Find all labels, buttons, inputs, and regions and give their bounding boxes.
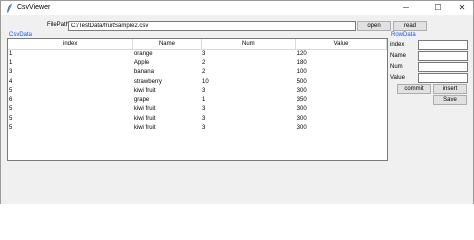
table-row[interactable]: 3 banana 2 100	[8, 68, 387, 77]
cell-value: 300	[296, 87, 307, 94]
cell-name: kiwi fruit	[133, 87, 156, 94]
table-row[interactable]: 6 grape 1 350	[8, 95, 387, 104]
save-button[interactable]: Save	[433, 95, 467, 105]
csv-table: index Name Num Value 1 orange 3 120 1 Ap…	[8, 39, 387, 133]
cell-value: 500	[296, 78, 307, 85]
cell-index: 1	[9, 50, 13, 57]
cell-index: 4	[9, 78, 13, 85]
cell-name: grape	[133, 97, 150, 104]
open-button[interactable]: open	[357, 21, 391, 31]
cell-index: 5	[9, 87, 13, 94]
cell-value: 300	[296, 106, 307, 113]
cell-name: kiwi fruit	[133, 125, 156, 132]
name-label: Name	[390, 53, 407, 59]
close-icon[interactable]: ✕	[448, 1, 474, 15]
insert-button[interactable]: insert	[433, 84, 467, 94]
column-header-value[interactable]: Value	[295, 39, 387, 50]
title-bar: CsvViewer ─ ☐ ✕	[1, 1, 473, 15]
num-label: Num	[390, 64, 403, 70]
table-header-row: index Name Num Value	[8, 39, 387, 50]
cell-name: strawberry	[133, 78, 162, 85]
window-title: CsvViewer	[17, 4, 51, 11]
name-field[interactable]	[418, 51, 468, 61]
table-row[interactable]: 4 strawberry 10 500	[8, 77, 387, 86]
cell-num: 10	[202, 78, 209, 85]
cell-index: 6	[9, 97, 13, 104]
column-header-num[interactable]: Num	[201, 39, 297, 50]
column-header-index[interactable]: index	[8, 39, 134, 50]
cell-num: 1	[202, 97, 206, 104]
cell-index: 1	[9, 59, 13, 66]
cell-value: 120	[296, 50, 307, 57]
cell-num: 3	[202, 87, 206, 94]
csv-table-view[interactable]: index Name Num Value 1 orange 3 120 1 Ap…	[7, 38, 388, 161]
column-header-name[interactable]: Name	[132, 39, 202, 50]
cell-num: 3	[202, 125, 206, 132]
cell-value: 300	[296, 115, 307, 122]
filepath-input[interactable]	[68, 21, 356, 31]
cell-num: 2	[202, 59, 206, 66]
cell-value: 350	[296, 97, 307, 104]
cell-value: 300	[296, 125, 307, 132]
cell-num: 3	[202, 106, 206, 113]
app-window: CsvViewer ─ ☐ ✕ FilePath open read CsvDa…	[0, 0, 474, 204]
num-field[interactable]	[418, 62, 468, 72]
table-row[interactable]: 5 kiwi fruit 3 300	[8, 105, 387, 114]
cell-name: orange	[133, 50, 153, 57]
table-row[interactable]: 5 kiwi fruit 3 300	[8, 114, 387, 123]
feather-icon	[6, 3, 14, 13]
table-row[interactable]: 1 Apple 2 180	[8, 58, 387, 67]
cell-name: banana	[133, 69, 154, 76]
cell-name: kiwi fruit	[133, 106, 156, 113]
value-label: Value	[390, 75, 405, 81]
cell-index: 3	[9, 69, 13, 76]
table-row[interactable]: 5 kiwi fruit 3 300	[8, 86, 387, 95]
read-button[interactable]: read	[393, 21, 427, 31]
index-label: index	[390, 42, 405, 48]
cell-index: 5	[9, 125, 13, 132]
table-row[interactable]: 5 kiwi fruit 3 300	[8, 123, 387, 132]
minimize-icon[interactable]: ─	[392, 1, 420, 15]
index-field[interactable]	[418, 40, 468, 50]
cell-num: 3	[202, 115, 206, 122]
cell-num: 2	[202, 69, 206, 76]
cell-name: kiwi fruit	[133, 115, 156, 122]
table-row[interactable]: 1 orange 3 120	[8, 49, 387, 58]
rowdata-label: RowData	[391, 32, 416, 38]
cell-num: 3	[202, 50, 206, 57]
commit-button[interactable]: commit	[397, 84, 431, 94]
cell-value: 180	[296, 59, 307, 66]
cell-index: 5	[9, 106, 13, 113]
value-field[interactable]	[418, 73, 468, 83]
filepath-label: FilePath	[47, 22, 70, 28]
client-area: FilePath open read CsvData RowData index…	[1, 15, 473, 204]
cell-index: 5	[9, 115, 13, 122]
cell-value: 100	[296, 69, 307, 76]
cell-name: Apple	[133, 59, 150, 66]
